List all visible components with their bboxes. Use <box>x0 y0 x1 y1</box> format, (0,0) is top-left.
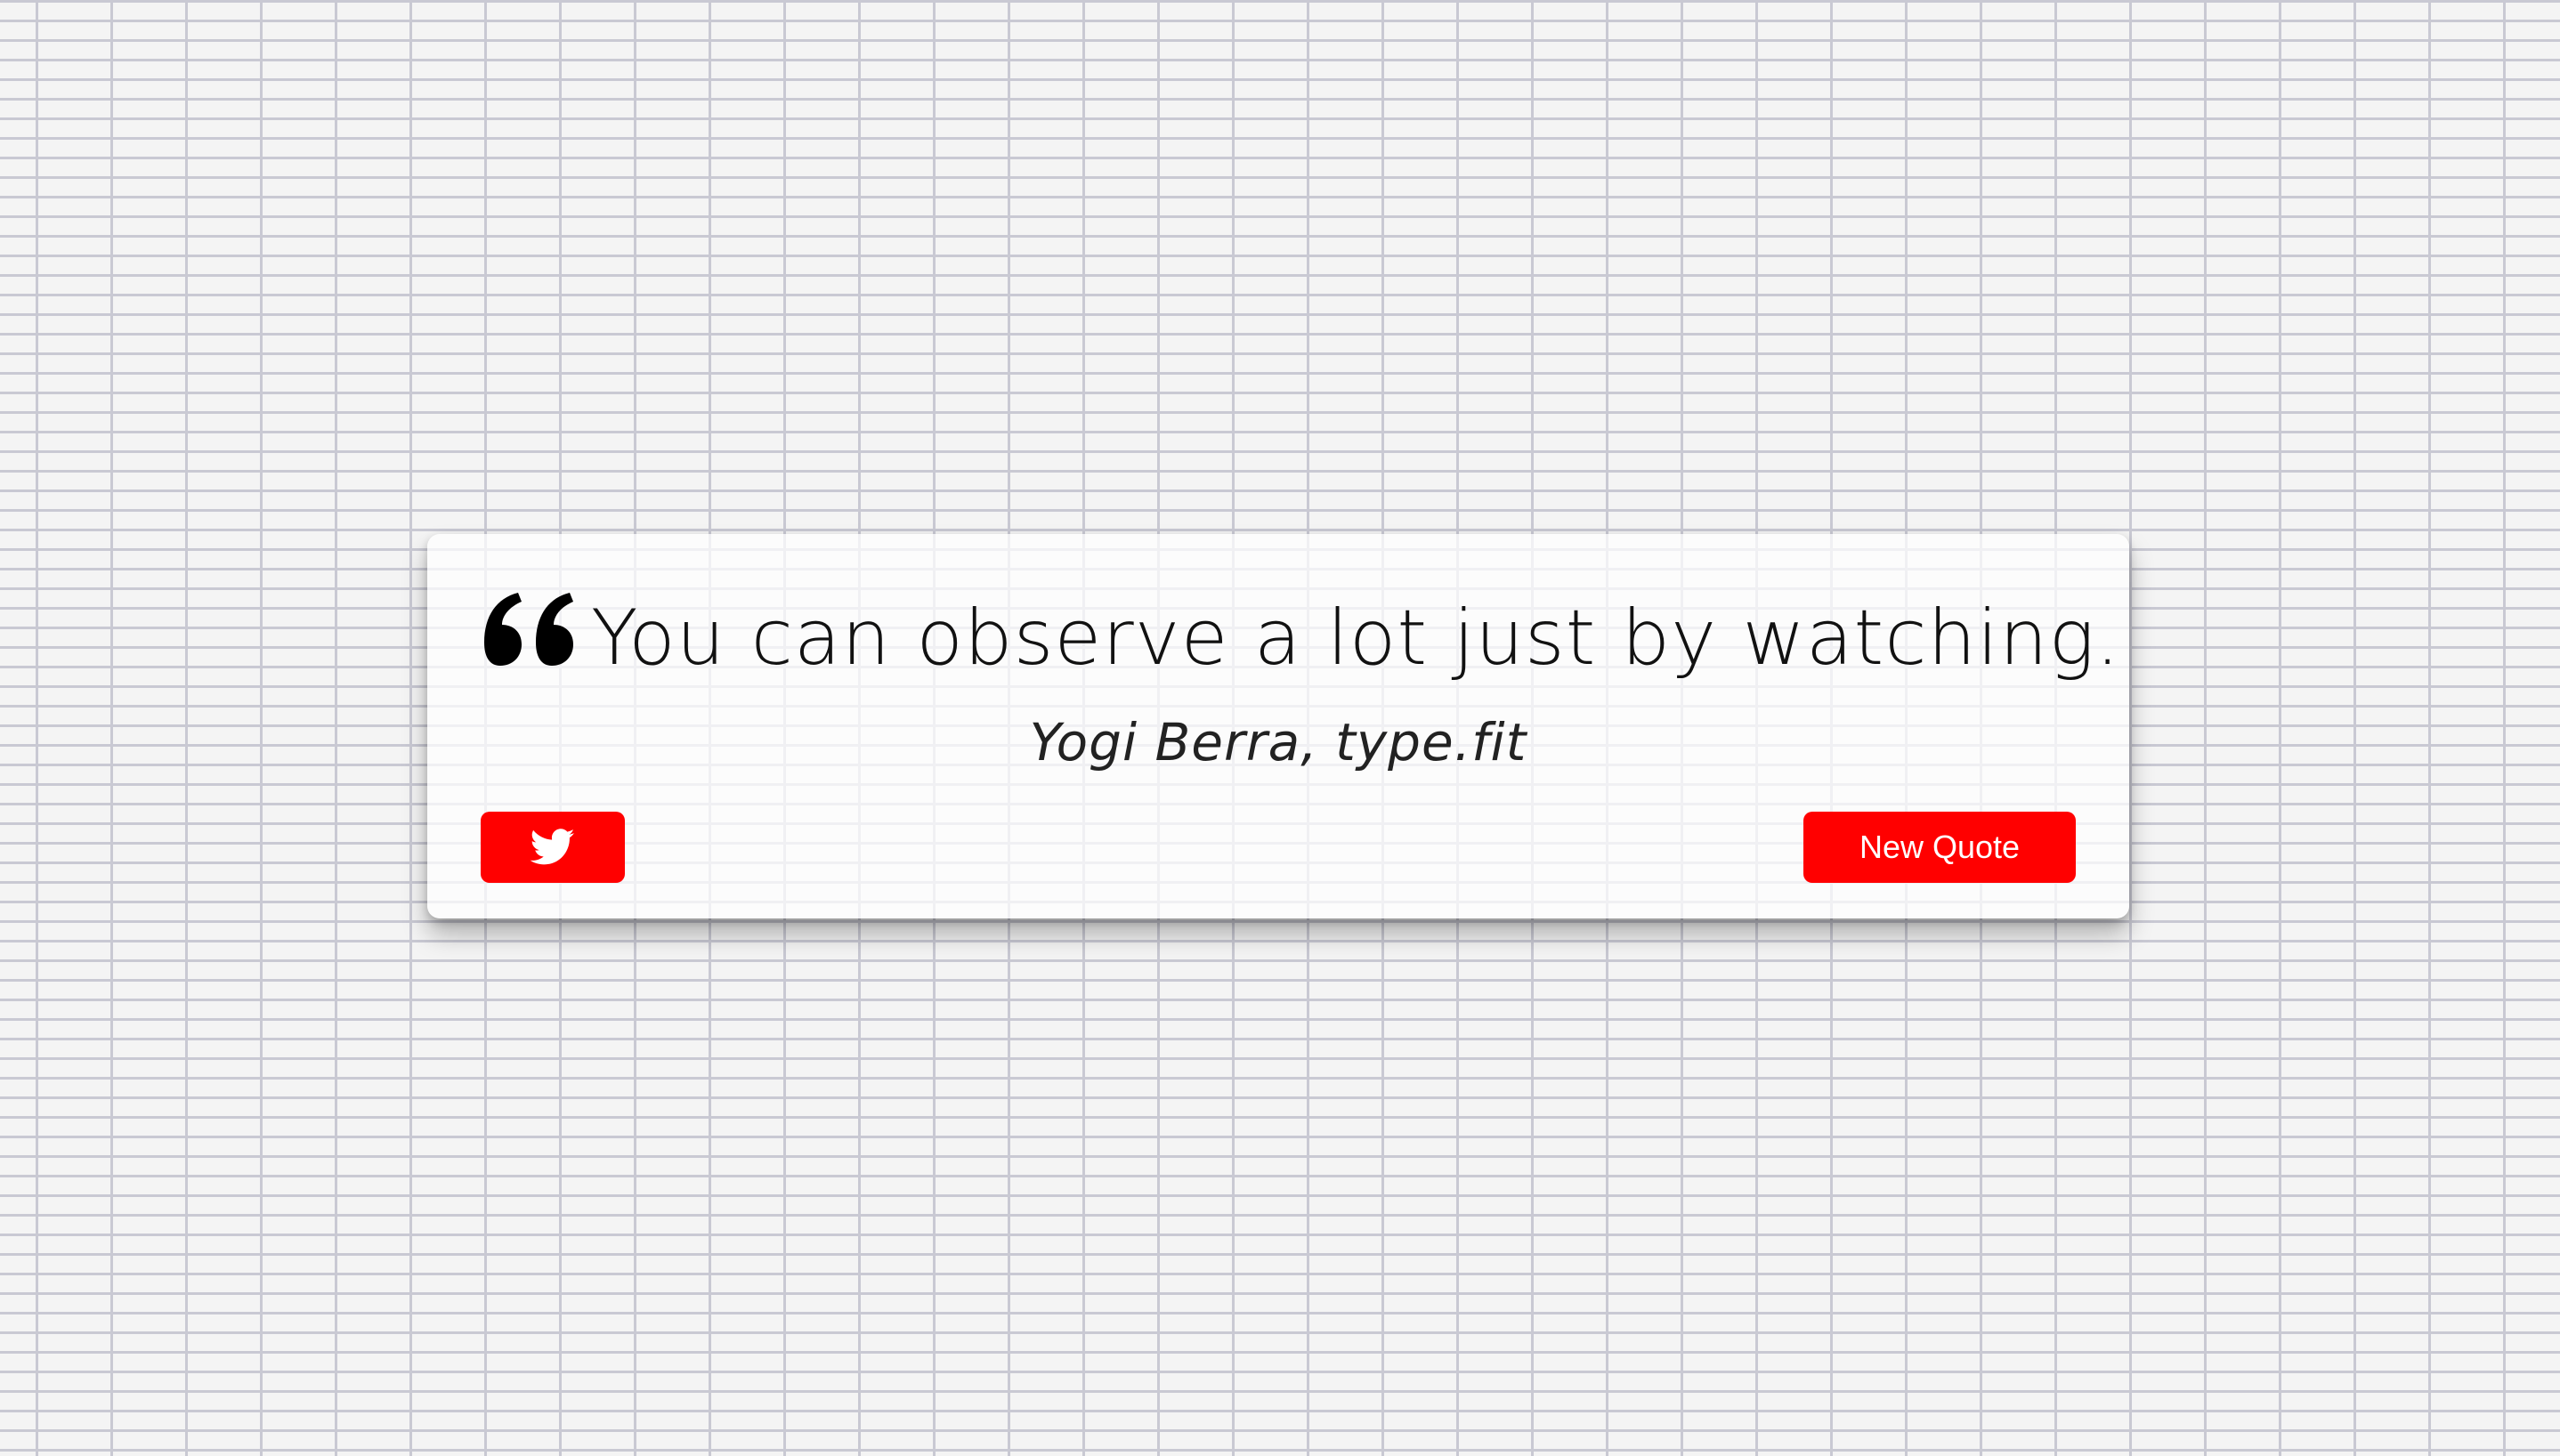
quote-line: You can observe a lot just by watching. <box>481 580 2119 696</box>
twitter-icon <box>530 829 575 865</box>
new-quote-button[interactable]: New Quote <box>1803 812 2076 883</box>
quote-author: Yogi Berra, type.fit <box>1029 712 1527 772</box>
tweet-button[interactable] <box>481 812 625 883</box>
quote-text: You can observe a lot just by watching. <box>591 594 2121 683</box>
quote-left-icon <box>484 593 573 666</box>
quote-box: You can observe a lot just by watching. … <box>427 534 2129 918</box>
